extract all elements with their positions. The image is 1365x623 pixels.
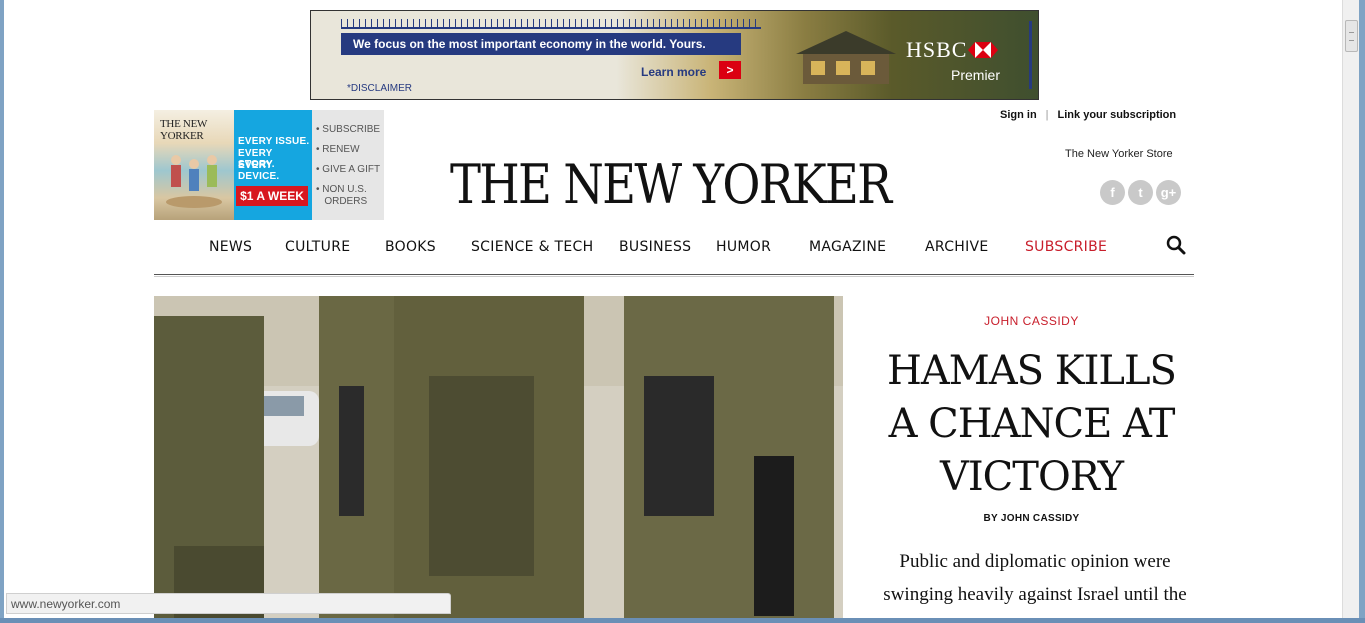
- ad-tier: Premier: [951, 67, 1001, 83]
- account-links: Sign in | Link your subscription: [1000, 109, 1176, 121]
- ad-arrow-button[interactable]: >: [719, 61, 741, 79]
- promo-subscribe-link[interactable]: • SUBSCRIBE: [316, 124, 384, 136]
- ad-ruler-decoration: [341, 19, 761, 29]
- house-image: [796, 31, 896, 84]
- cover-illustration: [166, 155, 222, 208]
- promo-line-1: EVERY ISSUE.: [238, 136, 310, 147]
- nav-item-culture[interactable]: CULTURE: [285, 239, 350, 255]
- social-links: f t g+: [1100, 180, 1184, 205]
- ad-disclaimer-link[interactable]: *DISCLAIMER: [347, 83, 412, 94]
- twitter-icon[interactable]: t: [1128, 180, 1153, 205]
- nav-item-magazine[interactable]: MAGAZINE: [809, 239, 886, 255]
- nav-item-business[interactable]: BUSINESS: [619, 239, 691, 255]
- nav-item-subscribe[interactable]: SUBSCRIBE: [1025, 239, 1107, 255]
- nav-item-news[interactable]: NEWS: [209, 239, 252, 255]
- ad-slogan: We focus on the most important economy i…: [341, 33, 741, 55]
- ad-brand-name: HSBC: [906, 37, 968, 62]
- promo-blue-panel: EVERY ISSUE. EVERY STORY. EVERY DEVICE. …: [234, 110, 312, 220]
- browser-window: We focus on the most important economy i…: [4, 0, 1359, 618]
- ad-learn-more-link[interactable]: Learn more: [641, 65, 706, 79]
- promo-links: • SUBSCRIBE • RENEW • GIVE A GIFT • NON …: [316, 124, 384, 216]
- promo-gift-link[interactable]: • GIVE A GIFT: [316, 164, 384, 176]
- nav-divider: [154, 274, 1194, 275]
- nav-divider-secondary: [154, 276, 1194, 277]
- window-frame-bottom: [0, 618, 1365, 623]
- account-separator: |: [1045, 109, 1049, 121]
- hero-illustration: [154, 296, 843, 618]
- article-dek: Public and diplomatic opinion were swing…: [883, 551, 1187, 605]
- author-kicker-link[interactable]: JOHN CASSIDY: [939, 314, 1124, 328]
- hsbc-hexagon-icon: [968, 42, 998, 58]
- nav-item-humor[interactable]: HUMOR: [716, 239, 771, 255]
- hero-image-soldiers[interactable]: [154, 296, 843, 618]
- article-byline[interactable]: BY JOHN CASSIDY: [939, 513, 1124, 524]
- nav-item-books[interactable]: BOOKS: [385, 239, 436, 255]
- promo-price-button[interactable]: $1 A WEEK: [236, 186, 308, 206]
- ad-stripe-decoration: [1029, 21, 1032, 89]
- vertical-scrollbar[interactable]: [1342, 0, 1359, 618]
- nav-item-science-tech[interactable]: SCIENCE & TECH: [471, 239, 593, 255]
- sign-in-link[interactable]: Sign in: [1000, 109, 1037, 121]
- facebook-icon[interactable]: f: [1100, 180, 1125, 205]
- hsbc-logo: HSBC Premier: [906, 37, 1028, 87]
- site-logo[interactable]: THE NEW YORKER: [450, 150, 892, 220]
- store-link[interactable]: The New Yorker Store: [1065, 148, 1173, 160]
- nav-item-archive[interactable]: ARCHIVE: [925, 239, 989, 255]
- article-headline[interactable]: HAMAS KILLS A CHANCE AT VICTORY: [874, 345, 1189, 504]
- link-subscription-link[interactable]: Link your subscription: [1058, 109, 1177, 121]
- subscription-promo[interactable]: THE NEW YORKER EVERY ISSUE. EVERY STORY.…: [154, 110, 384, 220]
- cover-title: THE NEW YORKER: [160, 118, 207, 142]
- main-nav: NEWS CULTURE BOOKS SCIENCE & TECH BUSINE…: [154, 239, 1194, 261]
- google-plus-icon[interactable]: g+: [1156, 180, 1181, 205]
- browser-status-bar: www.newyorker.com: [6, 593, 451, 614]
- promo-line-3: EVERY DEVICE.: [238, 160, 280, 182]
- promo-non-us-link[interactable]: • NON U.S. ORDERS: [316, 184, 384, 208]
- magazine-cover-image: THE NEW YORKER: [154, 110, 234, 220]
- scrollbar-thumb[interactable]: [1345, 20, 1358, 52]
- hsbc-ad-banner[interactable]: We focus on the most important economy i…: [310, 10, 1039, 100]
- promo-renew-link[interactable]: • RENEW: [316, 144, 384, 156]
- search-icon[interactable]: [1166, 235, 1186, 255]
